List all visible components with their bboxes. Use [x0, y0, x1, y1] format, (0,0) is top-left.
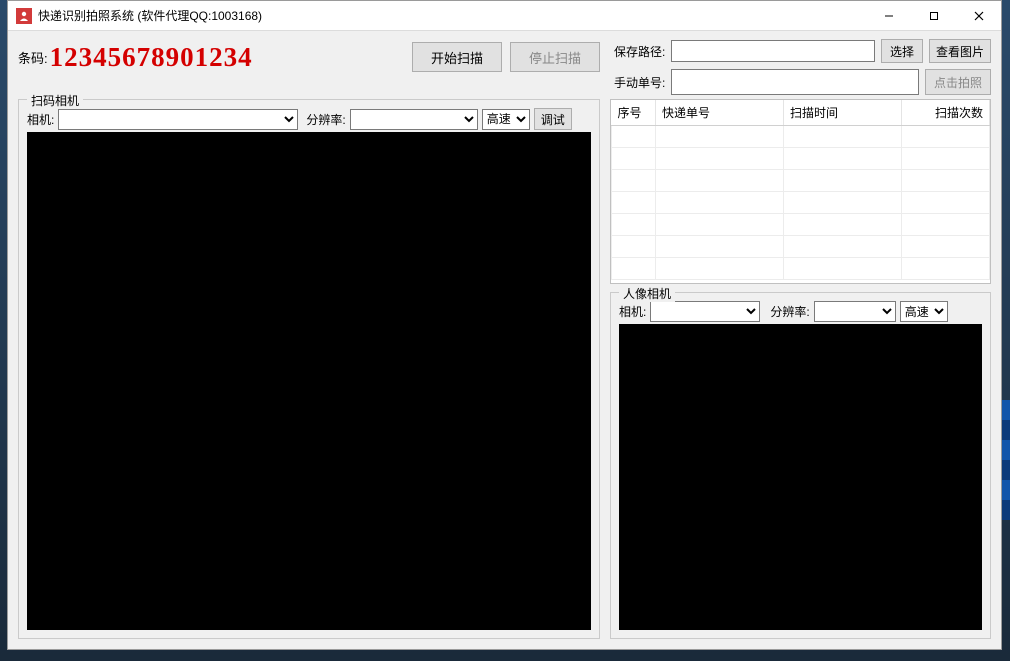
table-row	[612, 214, 990, 236]
stop-scan-button[interactable]: 停止扫描	[510, 42, 600, 72]
client-area: 条码: 12345678901234 开始扫描 停止扫描 保存路径: 选择 查看…	[8, 31, 1001, 649]
barcode-value: 12345678901234	[50, 44, 253, 71]
main-columns: 扫码相机 相机: 分辨率: 高速 调试	[18, 99, 991, 639]
portrait-speed-select[interactable]: 高速	[900, 301, 948, 322]
scan-camera-view	[27, 132, 591, 630]
table-row	[612, 126, 990, 148]
desktop-background-fragment	[1002, 400, 1010, 520]
col-seq: 序号	[612, 100, 656, 126]
save-path-label: 保存路径:	[614, 43, 665, 60]
manual-no-label: 手动单号:	[614, 74, 665, 91]
col-scan-count: 扫描次数	[902, 100, 990, 126]
maximize-button[interactable]	[911, 1, 956, 31]
scan-camera-label: 相机:	[27, 111, 54, 128]
view-image-button[interactable]: 查看图片	[929, 39, 991, 63]
click-photo-button[interactable]: 点击拍照	[925, 69, 991, 95]
manual-no-row: 手动单号: 点击拍照	[614, 69, 991, 95]
col-scan-time: 扫描时间	[784, 100, 902, 126]
scan-resolution-label: 分辨率:	[306, 111, 345, 128]
titlebar: 快递识别拍照系统 (软件代理QQ:1003168)	[8, 1, 1001, 31]
result-table[interactable]: 序号 快递单号 扫描时间 扫描次数	[610, 99, 991, 284]
select-path-button[interactable]: 选择	[881, 39, 923, 63]
portrait-camera-group-title: 人像相机	[619, 285, 675, 302]
start-scan-button[interactable]: 开始扫描	[412, 42, 502, 72]
portrait-camera-view	[619, 324, 982, 630]
table-row	[612, 236, 990, 258]
scan-camera-select[interactable]	[58, 109, 298, 130]
col-express-no: 快递单号	[656, 100, 784, 126]
table-row	[612, 192, 990, 214]
table-row	[612, 258, 990, 280]
scan-camera-group-title: 扫码相机	[27, 92, 83, 109]
portrait-camera-label: 相机:	[619, 303, 646, 320]
app-icon	[16, 8, 32, 24]
scan-resolution-select[interactable]	[350, 109, 478, 130]
save-path-row: 保存路径: 选择 查看图片	[614, 39, 991, 63]
scan-speed-select[interactable]: 高速	[482, 109, 530, 130]
table-header-row: 序号 快递单号 扫描时间 扫描次数	[612, 100, 990, 126]
portrait-resolution-select[interactable]	[814, 301, 896, 322]
table-row	[612, 148, 990, 170]
portrait-resolution-label: 分辨率:	[770, 303, 809, 320]
close-button[interactable]	[956, 1, 1001, 31]
scan-camera-group: 扫码相机 相机: 分辨率: 高速 调试	[18, 99, 600, 639]
portrait-camera-group: 人像相机 相机: 分辨率: 高速	[610, 292, 991, 639]
save-path-input[interactable]	[671, 40, 875, 62]
scan-camera-controls: 相机: 分辨率: 高速 调试	[27, 108, 591, 130]
portrait-camera-select[interactable]	[650, 301, 760, 322]
table-row	[612, 170, 990, 192]
window-title: 快递识别拍照系统 (软件代理QQ:1003168)	[38, 7, 262, 24]
portrait-camera-controls: 相机: 分辨率: 高速	[619, 301, 982, 322]
main-window: 快递识别拍照系统 (软件代理QQ:1003168) 条码: 1234567890…	[7, 0, 1002, 650]
debug-button[interactable]: 调试	[534, 108, 572, 130]
barcode-label: 条码:	[18, 48, 48, 67]
manual-no-input[interactable]	[671, 69, 919, 95]
minimize-button[interactable]	[866, 1, 911, 31]
